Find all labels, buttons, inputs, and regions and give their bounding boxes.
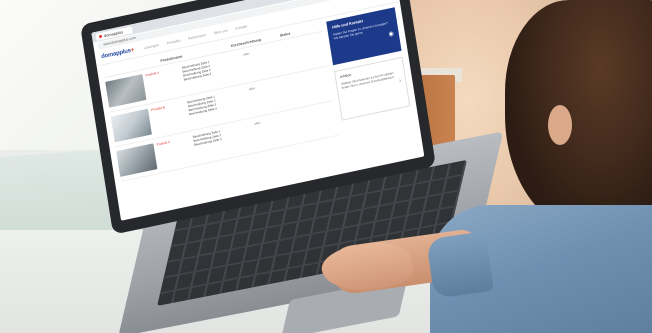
- logo-plus: +: [130, 47, 135, 54]
- product-link[interactable]: Produkt B: [151, 101, 188, 134]
- nav-item[interactable]: Lösungen: [144, 43, 160, 50]
- photo-scene: domapplus www.domapplus.com domapplus+ L…: [0, 0, 652, 333]
- product-thumbnail[interactable]: [105, 74, 147, 108]
- product-status: aktiv: [248, 86, 256, 92]
- shirt-cuff: [426, 231, 494, 299]
- product-description: Beschreibung Zeile 1 Beschreibung Zeile …: [192, 123, 255, 161]
- eye-icon[interactable]: ◉: [388, 30, 394, 38]
- tab-label: domapplus: [103, 28, 124, 38]
- product-status: aktiv: [243, 51, 250, 57]
- contact-promo-box[interactable]: Hilfe und Kontakt Haben Sie Fragen zu un…: [326, 7, 402, 66]
- person-ear: [548, 105, 572, 145]
- nav-item[interactable]: Produkte: [166, 38, 180, 45]
- nav-item[interactable]: Über uns: [213, 28, 228, 35]
- product-link[interactable]: Produkt A: [145, 66, 182, 99]
- sidebar: Hilfe und Kontakt Haben Sie Fragen zu un…: [326, 7, 412, 134]
- product-thumbnail[interactable]: [116, 143, 158, 177]
- nav-item[interactable]: Referenzen: [188, 33, 206, 41]
- favicon-icon: [98, 34, 103, 39]
- product-status: aktiv: [254, 120, 261, 126]
- info-box: Infobox Weitere Informationen zu den Pro…: [334, 56, 411, 121]
- download-icon[interactable]: ⤓: [399, 77, 402, 83]
- product-thumbnail[interactable]: [110, 108, 152, 143]
- product-link[interactable]: Produkt C: [156, 136, 193, 169]
- logo-text: domapplus: [100, 48, 132, 61]
- person-hair: [505, 0, 652, 230]
- nav-item[interactable]: Kontakt: [235, 24, 247, 30]
